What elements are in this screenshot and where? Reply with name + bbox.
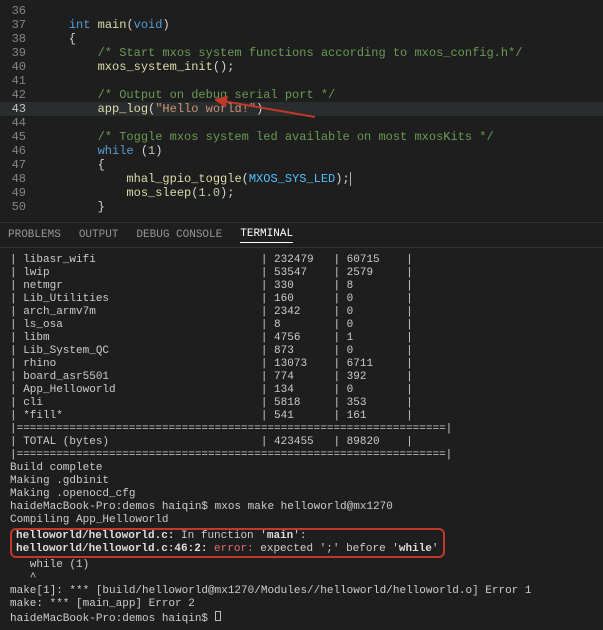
terminal-line: | netmgr | 330 | 8 | bbox=[10, 280, 593, 293]
terminal-prompt: haideMacBook-Pro:demos haiqin$ bbox=[10, 611, 593, 626]
code-line[interactable]: 48 mhal_gpio_toggle(MXOS_SYS_LED); bbox=[0, 172, 603, 186]
terminal-line: | cli | 5818 | 353 | bbox=[10, 397, 593, 410]
terminal-line: |=======================================… bbox=[10, 423, 593, 436]
code-line[interactable]: 46 while (1) bbox=[0, 144, 603, 158]
tab-output[interactable]: OUTPUT bbox=[79, 229, 119, 241]
panel-tabs: PROBLEMS OUTPUT DEBUG CONSOLE TERMINAL bbox=[0, 222, 603, 248]
code-line[interactable]: 41 bbox=[0, 74, 603, 88]
tab-debug-console[interactable]: DEBUG CONSOLE bbox=[136, 229, 222, 241]
error-highlight: helloworld/helloworld.c: In function 'ma… bbox=[10, 528, 445, 558]
line-number: 46 bbox=[0, 144, 40, 158]
line-number: 48 bbox=[0, 172, 40, 186]
terminal-panel[interactable]: | libasr_wifi | 232479 | 60715 || lwip |… bbox=[0, 248, 603, 630]
terminal-line: | board_asr5501 | 774 | 392 | bbox=[10, 371, 593, 384]
line-number: 39 bbox=[0, 46, 40, 60]
code-line[interactable]: 37 int main(void) bbox=[0, 18, 603, 32]
terminal-line: Build complete bbox=[10, 462, 593, 475]
terminal-line: | lwip | 53547 | 2579 | bbox=[10, 267, 593, 280]
terminal-line: | ls_osa | 8 | 0 | bbox=[10, 319, 593, 332]
line-number: 42 bbox=[0, 88, 40, 102]
code-line[interactable]: 49 mos_sleep(1.0); bbox=[0, 186, 603, 200]
code-line[interactable]: 36 bbox=[0, 4, 603, 18]
tab-problems[interactable]: PROBLEMS bbox=[8, 229, 61, 241]
tab-terminal[interactable]: TERMINAL bbox=[240, 228, 293, 243]
terminal-line: | *fill* | 541 | 161 | bbox=[10, 410, 593, 423]
terminal-line: Making .openocd_cfg bbox=[10, 488, 593, 501]
line-number: 47 bbox=[0, 158, 40, 172]
line-number: 45 bbox=[0, 130, 40, 144]
line-number: 50 bbox=[0, 200, 40, 214]
terminal-line: while (1) bbox=[10, 559, 593, 572]
terminal-line: | arch_armv7m | 2342 | 0 | bbox=[10, 306, 593, 319]
code-line[interactable]: 38 { bbox=[0, 32, 603, 46]
terminal-line: haideMacBook-Pro:demos haiqin$ mxos make… bbox=[10, 501, 593, 514]
line-number: 41 bbox=[0, 74, 40, 88]
terminal-line: make[1]: *** [build/helloworld@mx1270/Mo… bbox=[10, 585, 593, 598]
terminal-line: make: *** [main_app] Error 2 bbox=[10, 598, 593, 611]
terminal-line: | Lib_Utilities | 160 | 0 | bbox=[10, 293, 593, 306]
terminal-line: Compiling App_Helloworld bbox=[10, 514, 593, 527]
terminal-line: | rhino | 13073 | 6711 | bbox=[10, 358, 593, 371]
line-number: 40 bbox=[0, 60, 40, 74]
line-number: 49 bbox=[0, 186, 40, 200]
code-line[interactable]: 50 } bbox=[0, 200, 603, 214]
terminal-line: | Lib_System_QC | 873 | 0 | bbox=[10, 345, 593, 358]
line-number: 38 bbox=[0, 32, 40, 46]
code-line[interactable]: 40 mxos_system_init(); bbox=[0, 60, 603, 74]
line-number: 43 bbox=[0, 102, 40, 116]
terminal-line: Making .gdbinit bbox=[10, 475, 593, 488]
terminal-line: | libm | 4756 | 1 | bbox=[10, 332, 593, 345]
line-number: 36 bbox=[0, 4, 40, 18]
terminal-line: | App_Helloworld | 134 | 0 | bbox=[10, 384, 593, 397]
line-number: 44 bbox=[0, 116, 40, 130]
terminal-line: ^ bbox=[10, 572, 593, 585]
code-line[interactable]: 45 /* Toggle mxos system led available o… bbox=[0, 130, 603, 144]
terminal-line: | TOTAL (bytes) | 423455 | 89820 | bbox=[10, 436, 593, 449]
annotation-arrow-icon bbox=[215, 95, 325, 125]
line-number: 37 bbox=[0, 18, 40, 32]
code-line[interactable]: 39 /* Start mxos system functions accord… bbox=[0, 46, 603, 60]
code-editor[interactable]: 3637 int main(void)38 {39 /* Start mxos … bbox=[0, 0, 603, 222]
code-line[interactable]: 47 { bbox=[0, 158, 603, 172]
terminal-line: |=======================================… bbox=[10, 449, 593, 462]
terminal-line: | libasr_wifi | 232479 | 60715 | bbox=[10, 254, 593, 267]
